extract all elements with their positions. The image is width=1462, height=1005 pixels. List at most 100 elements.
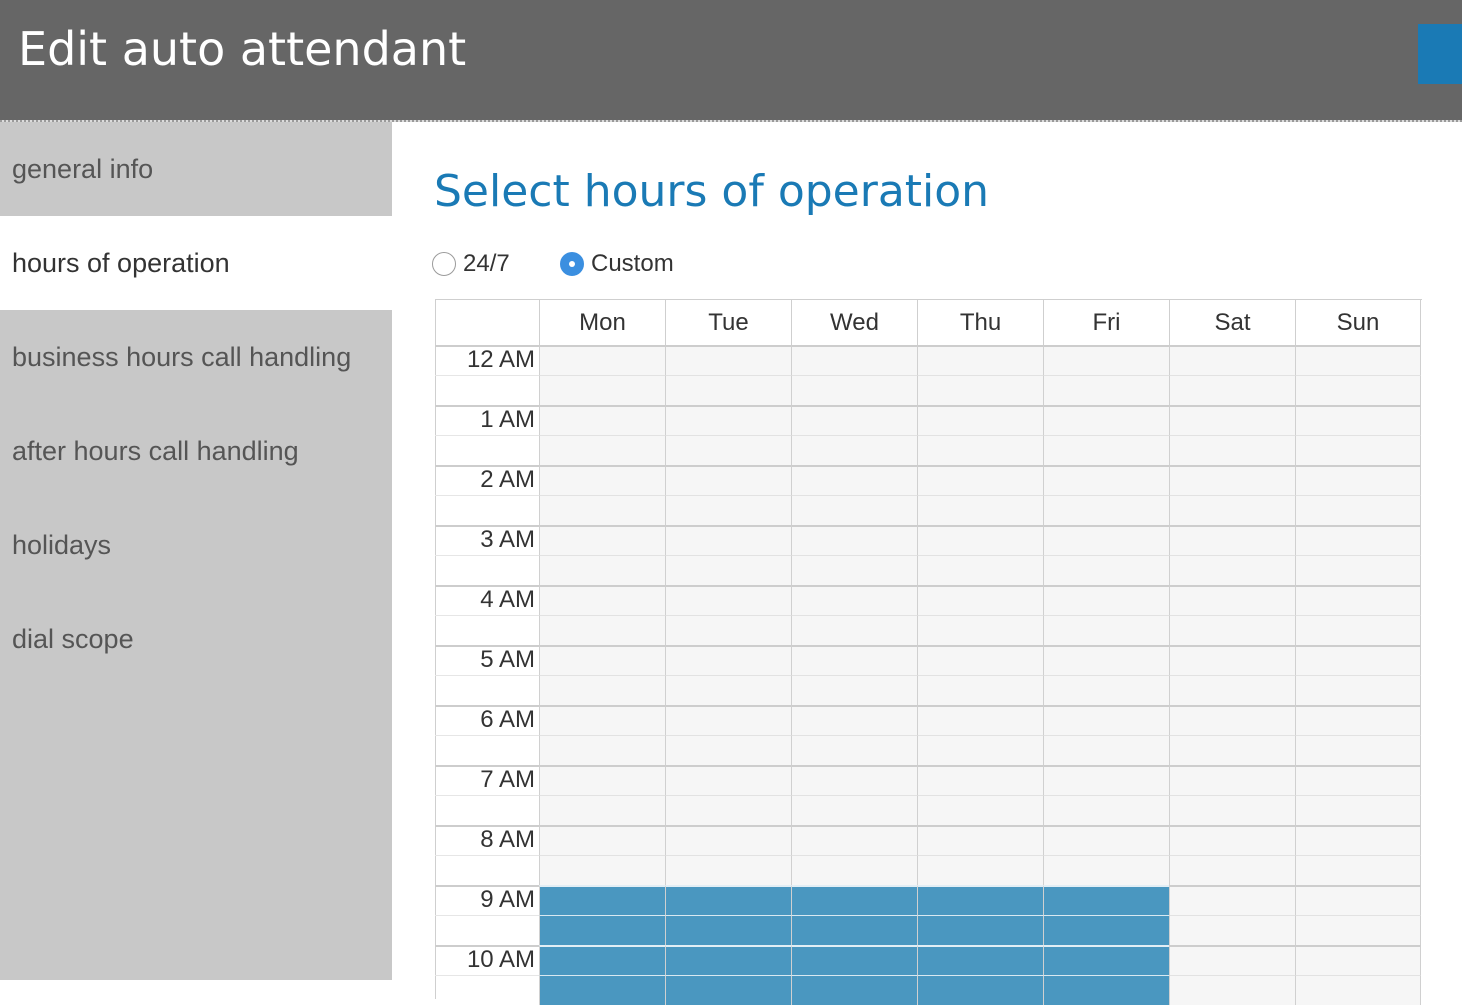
schedule-cell[interactable]: [1169, 435, 1295, 465]
schedule-cell[interactable]: [665, 705, 791, 735]
schedule-cell[interactable]: [917, 825, 1043, 855]
schedule-cell[interactable]: [1295, 855, 1421, 885]
schedule-cell[interactable]: [917, 585, 1043, 615]
schedule-cell[interactable]: [791, 465, 917, 495]
schedule-cell[interactable]: [1295, 915, 1421, 945]
schedule-cell[interactable]: [917, 375, 1043, 405]
schedule-cell[interactable]: [665, 855, 791, 885]
schedule-cell[interactable]: [917, 705, 1043, 735]
schedule-cell[interactable]: [665, 465, 791, 495]
schedule-cell[interactable]: [539, 585, 665, 615]
schedule-cell[interactable]: [665, 945, 791, 975]
schedule-cell[interactable]: [791, 615, 917, 645]
radio-custom[interactable]: Custom: [560, 250, 674, 278]
schedule-cell[interactable]: [1295, 945, 1421, 975]
schedule-cell[interactable]: [1043, 405, 1169, 435]
schedule-cell[interactable]: [791, 735, 917, 765]
schedule-cell[interactable]: [1043, 855, 1169, 885]
schedule-cell[interactable]: [791, 495, 917, 525]
schedule-cell[interactable]: [1295, 705, 1421, 735]
sidebar-item-general-info[interactable]: general info: [0, 122, 392, 216]
schedule-cell[interactable]: [539, 405, 665, 435]
schedule-cell[interactable]: [665, 405, 791, 435]
schedule-cell[interactable]: [1043, 555, 1169, 585]
schedule-cell[interactable]: [1043, 435, 1169, 465]
schedule-cell[interactable]: [917, 465, 1043, 495]
schedule-cell[interactable]: [1169, 555, 1295, 585]
schedule-cell[interactable]: [1169, 645, 1295, 675]
schedule-cell[interactable]: [1295, 615, 1421, 645]
schedule-cell[interactable]: [917, 915, 1043, 945]
schedule-cell[interactable]: [1169, 885, 1295, 915]
schedule-cell[interactable]: [539, 645, 665, 675]
schedule-cell[interactable]: [917, 615, 1043, 645]
schedule-cell[interactable]: [1043, 705, 1169, 735]
schedule-cell[interactable]: [1169, 945, 1295, 975]
schedule-cell[interactable]: [917, 345, 1043, 375]
schedule-cell[interactable]: [1169, 585, 1295, 615]
schedule-cell[interactable]: [665, 825, 791, 855]
schedule-cell[interactable]: [1169, 405, 1295, 435]
schedule-cell[interactable]: [1169, 735, 1295, 765]
schedule-cell[interactable]: [539, 345, 665, 375]
schedule-cell[interactable]: [1295, 495, 1421, 525]
schedule-cell[interactable]: [1043, 795, 1169, 825]
schedule-cell[interactable]: [539, 465, 665, 495]
schedule-cell[interactable]: [791, 645, 917, 675]
schedule-cell[interactable]: [1043, 525, 1169, 555]
schedule-cell[interactable]: [791, 525, 917, 555]
schedule-cell[interactable]: [917, 675, 1043, 705]
schedule-cell[interactable]: [791, 765, 917, 795]
schedule-cell[interactable]: [1295, 465, 1421, 495]
schedule-cell[interactable]: [665, 765, 791, 795]
schedule-cell[interactable]: [1043, 375, 1169, 405]
schedule-cell[interactable]: [1169, 705, 1295, 735]
schedule-cell[interactable]: [1295, 525, 1421, 555]
schedule-cell[interactable]: [1169, 675, 1295, 705]
schedule-cell[interactable]: [791, 345, 917, 375]
schedule-cell[interactable]: [1295, 405, 1421, 435]
schedule-cell[interactable]: [1169, 855, 1295, 885]
schedule-cell[interactable]: [1295, 555, 1421, 585]
schedule-cell[interactable]: [917, 525, 1043, 555]
schedule-cell[interactable]: [791, 555, 917, 585]
schedule-cell[interactable]: [1043, 765, 1169, 795]
schedule-cell[interactable]: [791, 855, 917, 885]
schedule-cell[interactable]: [539, 735, 665, 765]
schedule-cell[interactable]: [1295, 795, 1421, 825]
schedule-cell[interactable]: [791, 795, 917, 825]
schedule-cell[interactable]: [917, 495, 1043, 525]
schedule-cell[interactable]: [1043, 825, 1169, 855]
sidebar-item-dial-scope[interactable]: dial scope: [0, 592, 392, 686]
schedule-cell[interactable]: [539, 915, 665, 945]
schedule-cell[interactable]: [539, 525, 665, 555]
schedule-cell[interactable]: [1295, 885, 1421, 915]
schedule-cell[interactable]: [539, 795, 665, 825]
schedule-cell[interactable]: [665, 615, 791, 645]
schedule-cell[interactable]: [1169, 525, 1295, 555]
schedule-cell[interactable]: [539, 555, 665, 585]
schedule-cell[interactable]: [1169, 465, 1295, 495]
schedule-cell[interactable]: [1295, 645, 1421, 675]
schedule-cell[interactable]: [539, 495, 665, 525]
schedule-cell[interactable]: [539, 705, 665, 735]
schedule-cell[interactable]: [791, 915, 917, 945]
schedule-cell[interactable]: [1295, 585, 1421, 615]
schedule-cell[interactable]: [1169, 495, 1295, 525]
schedule-cell[interactable]: [539, 675, 665, 705]
schedule-cell[interactable]: [539, 615, 665, 645]
schedule-cell[interactable]: [1295, 375, 1421, 405]
schedule-cell[interactable]: [1043, 585, 1169, 615]
schedule-cell[interactable]: [791, 375, 917, 405]
schedule-cell[interactable]: [1043, 495, 1169, 525]
schedule-cell[interactable]: [1043, 675, 1169, 705]
schedule-cell[interactable]: [1169, 795, 1295, 825]
schedule-cell[interactable]: [539, 825, 665, 855]
schedule-cell[interactable]: [791, 705, 917, 735]
schedule-cell[interactable]: [1295, 345, 1421, 375]
schedule-cell[interactable]: [791, 675, 917, 705]
schedule-cell[interactable]: [1043, 735, 1169, 765]
schedule-cell[interactable]: [917, 555, 1043, 585]
schedule-cell[interactable]: [1295, 765, 1421, 795]
schedule-cell[interactable]: [1043, 465, 1169, 495]
